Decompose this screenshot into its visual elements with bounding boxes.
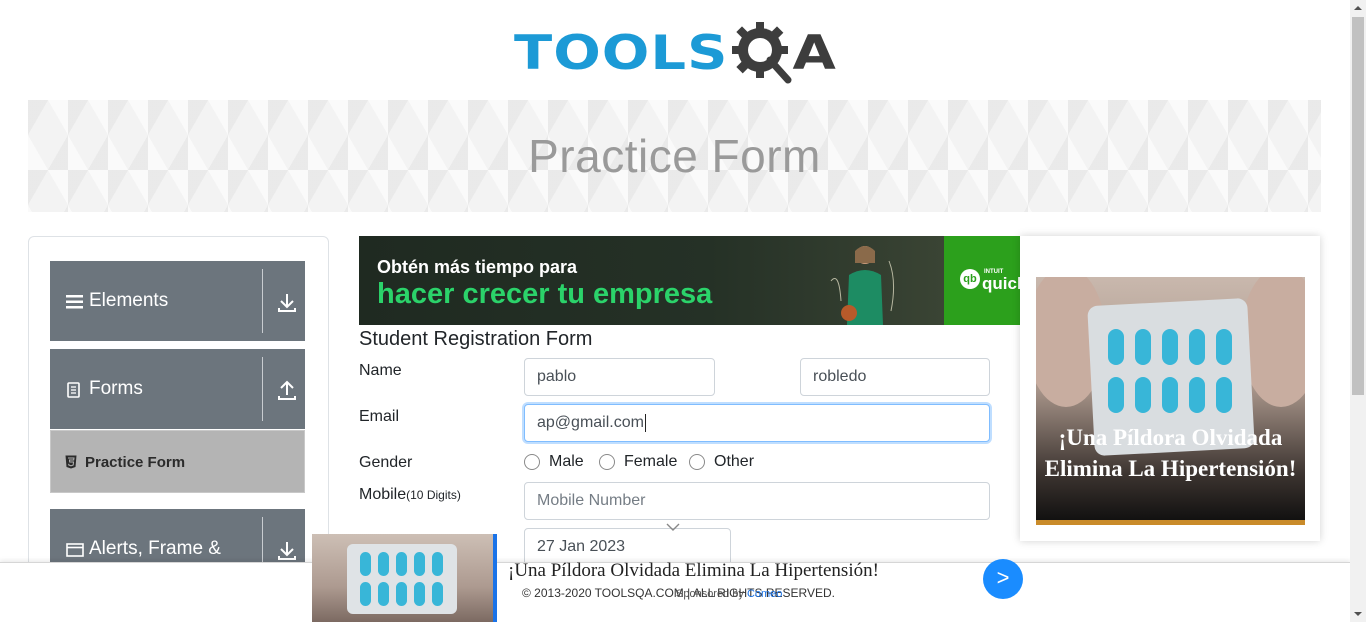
sidebar-group-elements[interactable]: Elements	[50, 261, 305, 341]
radio-circle[interactable]	[689, 454, 705, 470]
first-name-input[interactable]: pablo	[524, 358, 715, 396]
last-name-value: robledo	[813, 368, 867, 385]
sponsor-label: Sponsored by Comeo	[676, 588, 782, 600]
radio-label: Other	[714, 453, 755, 470]
ad-headline: ¡Una Píldora Olvidada Elimina La Hiperte…	[1044, 425, 1297, 481]
radio-circle[interactable]	[599, 454, 615, 470]
ad-accent-strip	[1036, 520, 1305, 525]
toolsqa-logo[interactable]: TOOLS A	[514, 14, 839, 92]
sponsor-prefix: Sponsored by	[676, 588, 744, 600]
scroll-down-arrow-icon[interactable]	[1350, 606, 1366, 622]
date-value: 27 Jan 2023	[537, 538, 626, 555]
ad-pill-image	[1036, 277, 1305, 525]
logo-text-a: A	[792, 25, 836, 81]
sidebar-item-practice-form[interactable]: Practice Form	[50, 430, 305, 493]
scroll-up-arrow-icon[interactable]	[1350, 0, 1366, 16]
ad-banner-top[interactable]: Obtén más tiempo para hacer crecer tu em…	[359, 236, 1020, 325]
chevron-down-icon	[666, 519, 680, 531]
html5-icon	[65, 455, 77, 469]
menu-icon	[66, 294, 84, 310]
ad-line-1: Obtén más tiempo para	[377, 257, 578, 277]
ad-next-button[interactable]: >	[983, 559, 1023, 599]
mobile-input[interactable]: Mobile Number	[524, 482, 990, 520]
ad-line-2: hacer crecer tu empresa	[377, 278, 713, 310]
email-input[interactable]: ap@gmail.com	[524, 404, 990, 442]
sidebar-group-label: Elements	[89, 290, 169, 311]
download-arrow-icon[interactable]	[277, 291, 297, 313]
first-name-value: pablo	[537, 368, 577, 385]
bottom-ad-accent	[493, 534, 497, 622]
quickbooks-logo-icon: qb	[960, 269, 980, 289]
gender-radio-male[interactable]: Male	[524, 453, 584, 471]
radio-label: Male	[549, 453, 584, 470]
gear-magnifier-icon	[730, 20, 796, 86]
gender-radio-other[interactable]: Other	[689, 453, 754, 471]
bottom-ad-headline[interactable]: ¡Una Píldora Olvidada Elimina La Hiperte…	[508, 560, 879, 582]
sidebar-item-label: Practice Form	[85, 454, 186, 471]
bottom-ad-image[interactable]	[312, 534, 493, 622]
sidebar-group-forms[interactable]: Forms	[50, 349, 305, 429]
page-banner: Practice Form	[28, 100, 1321, 212]
ad-brand: quick	[982, 274, 1020, 293]
sidebar-group-label: Alerts, Frame &	[89, 538, 221, 559]
divider	[262, 357, 263, 421]
page-title: Practice Form	[528, 130, 821, 182]
page: TOOLS A Practice Form Elements Forms Pra…	[0, 0, 1366, 622]
sponsor-brand[interactable]: Comeo	[747, 588, 782, 600]
mobile-hint: (10 Digits)	[406, 488, 461, 502]
window-icon	[66, 542, 84, 558]
form-title: Student Registration Form	[359, 328, 593, 350]
vertical-scrollbar[interactable]	[1350, 0, 1366, 622]
email-label: Email	[359, 408, 400, 425]
gender-radio-female[interactable]: Female	[599, 453, 677, 471]
text-cursor	[644, 414, 646, 432]
radio-label: Female	[624, 453, 678, 470]
radio-circle[interactable]	[524, 454, 540, 470]
mobile-placeholder: Mobile Number	[537, 492, 646, 509]
logo-text-tools: TOOLS	[514, 25, 729, 81]
sidebar-group-label: Forms	[89, 378, 143, 399]
document-icon	[66, 382, 84, 398]
divider	[262, 269, 263, 333]
last-name-input[interactable]: robledo	[800, 358, 990, 396]
mobile-label-text: Mobile	[359, 486, 407, 503]
gender-label: Gender	[359, 454, 413, 471]
scrollbar-thumb[interactable]	[1352, 17, 1364, 395]
ad-person-image	[829, 241, 899, 325]
name-label: Name	[359, 362, 402, 379]
mobile-label: Mobile(10 Digits)	[359, 486, 461, 504]
ad-sidebar-right[interactable]: ¡Una Píldora Olvidada Elimina La Hiperte…	[1020, 236, 1320, 541]
download-arrow-icon[interactable]	[277, 539, 297, 561]
upload-arrow-icon[interactable]	[277, 379, 297, 401]
email-value: ap@gmail.com	[537, 414, 644, 431]
